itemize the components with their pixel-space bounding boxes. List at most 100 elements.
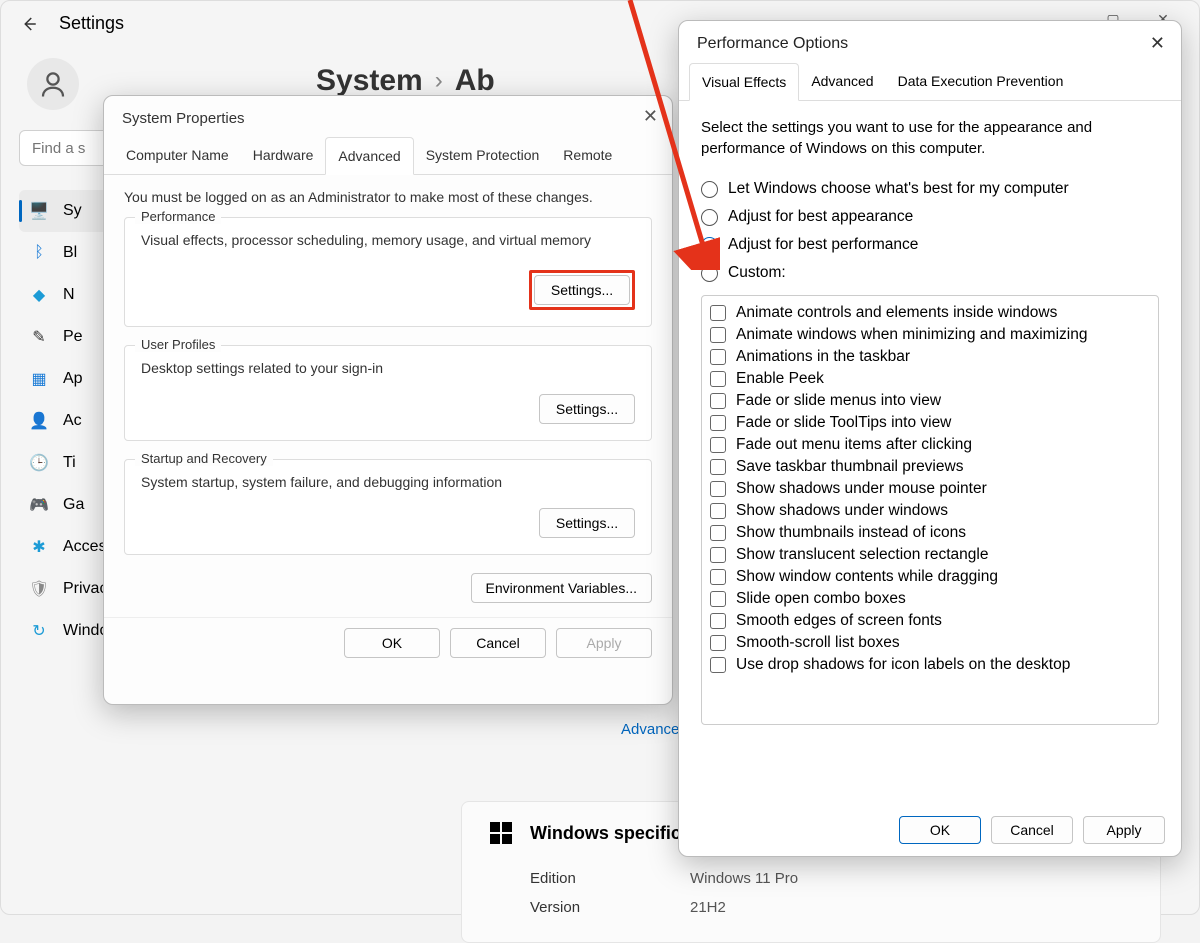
spec-label: Version [530, 899, 610, 916]
sidebar-item-label: Ga [63, 496, 84, 514]
checkbox-icon [710, 503, 726, 519]
network-icon: ◆ [29, 285, 49, 305]
group-title-profiles: User Profiles [135, 337, 221, 352]
performance-settings-button[interactable]: Settings... [534, 275, 630, 305]
sp-tabs: Computer NameHardwareAdvancedSystem Prot… [104, 137, 672, 175]
check-label: Fade or slide ToolTips into view [736, 414, 951, 432]
user-avatar[interactable] [27, 58, 79, 110]
check-option-16[interactable]: Use drop shadows for icon labels on the … [710, 654, 1150, 676]
radio-option-1[interactable]: Adjust for best appearance [701, 203, 1159, 231]
check-option-8[interactable]: Show shadows under mouse pointer [710, 478, 1150, 500]
checkbox-icon [710, 459, 726, 475]
po-tab-visual-effects[interactable]: Visual Effects [689, 63, 799, 101]
check-option-0[interactable]: Animate controls and elements inside win… [710, 302, 1150, 324]
group-desc-startup: System startup, system failure, and debu… [141, 474, 635, 490]
performance-options-dialog: Performance Options ✕ Visual EffectsAdva… [678, 20, 1182, 857]
spec-row: EditionWindows 11 Pro [490, 864, 1132, 893]
check-label: Smooth edges of screen fonts [736, 612, 942, 630]
sp-tab-hardware[interactable]: Hardware [241, 137, 326, 174]
back-arrow-icon[interactable] [19, 14, 39, 34]
check-option-15[interactable]: Smooth-scroll list boxes [710, 632, 1150, 654]
check-option-11[interactable]: Show translucent selection rectangle [710, 544, 1150, 566]
check-option-13[interactable]: Slide open combo boxes [710, 588, 1150, 610]
sp-tab-remote[interactable]: Remote [551, 137, 624, 174]
apps-icon: ▦ [29, 369, 49, 389]
radio-label: Adjust for best appearance [728, 208, 913, 226]
radio-icon [701, 209, 718, 226]
checkbox-icon [710, 349, 726, 365]
po-apply-button[interactable]: Apply [1083, 816, 1165, 844]
check-option-7[interactable]: Save taskbar thumbnail previews [710, 456, 1150, 478]
check-label: Animations in the taskbar [736, 348, 910, 366]
group-performance: Performance Visual effects, processor sc… [124, 217, 652, 327]
accessibility-icon: ✱ [29, 537, 49, 557]
profiles-settings-button[interactable]: Settings... [539, 394, 635, 424]
accounts-icon: 👤 [29, 411, 49, 431]
check-label: Slide open combo boxes [736, 590, 906, 608]
env-variables-button[interactable]: Environment Variables... [471, 573, 652, 603]
gaming-icon: 🎮 [29, 495, 49, 515]
sp-admin-note: You must be logged on as an Administrato… [124, 189, 652, 205]
po-tab-advanced[interactable]: Advanced [799, 63, 885, 100]
privacy-icon: 🛡 [29, 579, 49, 599]
visual-effects-checklist[interactable]: Animate controls and elements inside win… [701, 295, 1159, 725]
check-option-3[interactable]: Enable Peek [710, 368, 1150, 390]
check-label: Show shadows under windows [736, 502, 948, 520]
sp-tab-computer-name[interactable]: Computer Name [114, 137, 241, 174]
check-option-4[interactable]: Fade or slide menus into view [710, 390, 1150, 412]
checkbox-icon [710, 415, 726, 431]
check-label: Animate controls and elements inside win… [736, 304, 1057, 322]
radio-option-3[interactable]: Custom: [701, 259, 1159, 287]
system-properties-dialog: System Properties ✕ Computer NameHardwar… [103, 95, 673, 705]
breadcrumb-root[interactable]: System [316, 64, 423, 98]
checkbox-icon [710, 305, 726, 321]
radio-option-2[interactable]: Adjust for best performance [701, 231, 1159, 259]
po-tab-data-execution-prevention[interactable]: Data Execution Prevention [886, 63, 1076, 100]
check-option-2[interactable]: Animations in the taskbar [710, 346, 1150, 368]
check-option-9[interactable]: Show shadows under windows [710, 500, 1150, 522]
sidebar-item-label: Sy [63, 202, 82, 220]
chevron-right-icon: › [435, 67, 443, 95]
check-option-10[interactable]: Show thumbnails instead of icons [710, 522, 1150, 544]
spec-row: Version21H2 [490, 893, 1132, 922]
windows-icon [490, 822, 512, 844]
sp-cancel-button[interactable]: Cancel [450, 628, 546, 658]
check-label: Enable Peek [736, 370, 824, 388]
po-intro-text: Select the settings you want to use for … [701, 117, 1159, 159]
sp-tab-advanced[interactable]: Advanced [325, 137, 413, 175]
breadcrumb-page: Ab [455, 64, 495, 98]
sp-apply-button[interactable]: Apply [556, 628, 652, 658]
sidebar-item-label: Ti [63, 454, 76, 472]
close-icon[interactable]: ✕ [1150, 33, 1165, 54]
sidebar-item-label: Ap [63, 370, 83, 388]
check-option-6[interactable]: Fade out menu items after clicking [710, 434, 1150, 456]
check-label: Smooth-scroll list boxes [736, 634, 900, 652]
radio-option-0[interactable]: Let Windows choose what's best for my co… [701, 175, 1159, 203]
group-title-startup: Startup and Recovery [135, 451, 273, 466]
sidebar-item-label: N [63, 286, 75, 304]
settings-title: Settings [59, 13, 124, 34]
check-label: Show thumbnails instead of icons [736, 524, 966, 542]
sp-title: System Properties [104, 96, 672, 137]
group-desc-profiles: Desktop settings related to your sign-in [141, 360, 635, 376]
check-option-1[interactable]: Animate windows when minimizing and maxi… [710, 324, 1150, 346]
sp-tab-system-protection[interactable]: System Protection [414, 137, 552, 174]
checkbox-icon [710, 657, 726, 673]
po-title: Performance Options [679, 21, 1181, 63]
check-option-12[interactable]: Show window contents while dragging [710, 566, 1150, 588]
time-icon: 🕒 [29, 453, 49, 473]
po-ok-button[interactable]: OK [899, 816, 981, 844]
checkbox-icon [710, 635, 726, 651]
check-option-14[interactable]: Smooth edges of screen fonts [710, 610, 1150, 632]
group-user-profiles: User Profiles Desktop settings related t… [124, 345, 652, 441]
startup-settings-button[interactable]: Settings... [539, 508, 635, 538]
check-label: Fade out menu items after clicking [736, 436, 972, 454]
checkbox-icon [710, 547, 726, 563]
group-startup: Startup and Recovery System startup, sys… [124, 459, 652, 555]
checkbox-icon [710, 371, 726, 387]
po-cancel-button[interactable]: Cancel [991, 816, 1073, 844]
close-icon[interactable]: ✕ [643, 106, 658, 127]
checkbox-icon [710, 437, 726, 453]
sp-ok-button[interactable]: OK [344, 628, 440, 658]
check-option-5[interactable]: Fade or slide ToolTips into view [710, 412, 1150, 434]
